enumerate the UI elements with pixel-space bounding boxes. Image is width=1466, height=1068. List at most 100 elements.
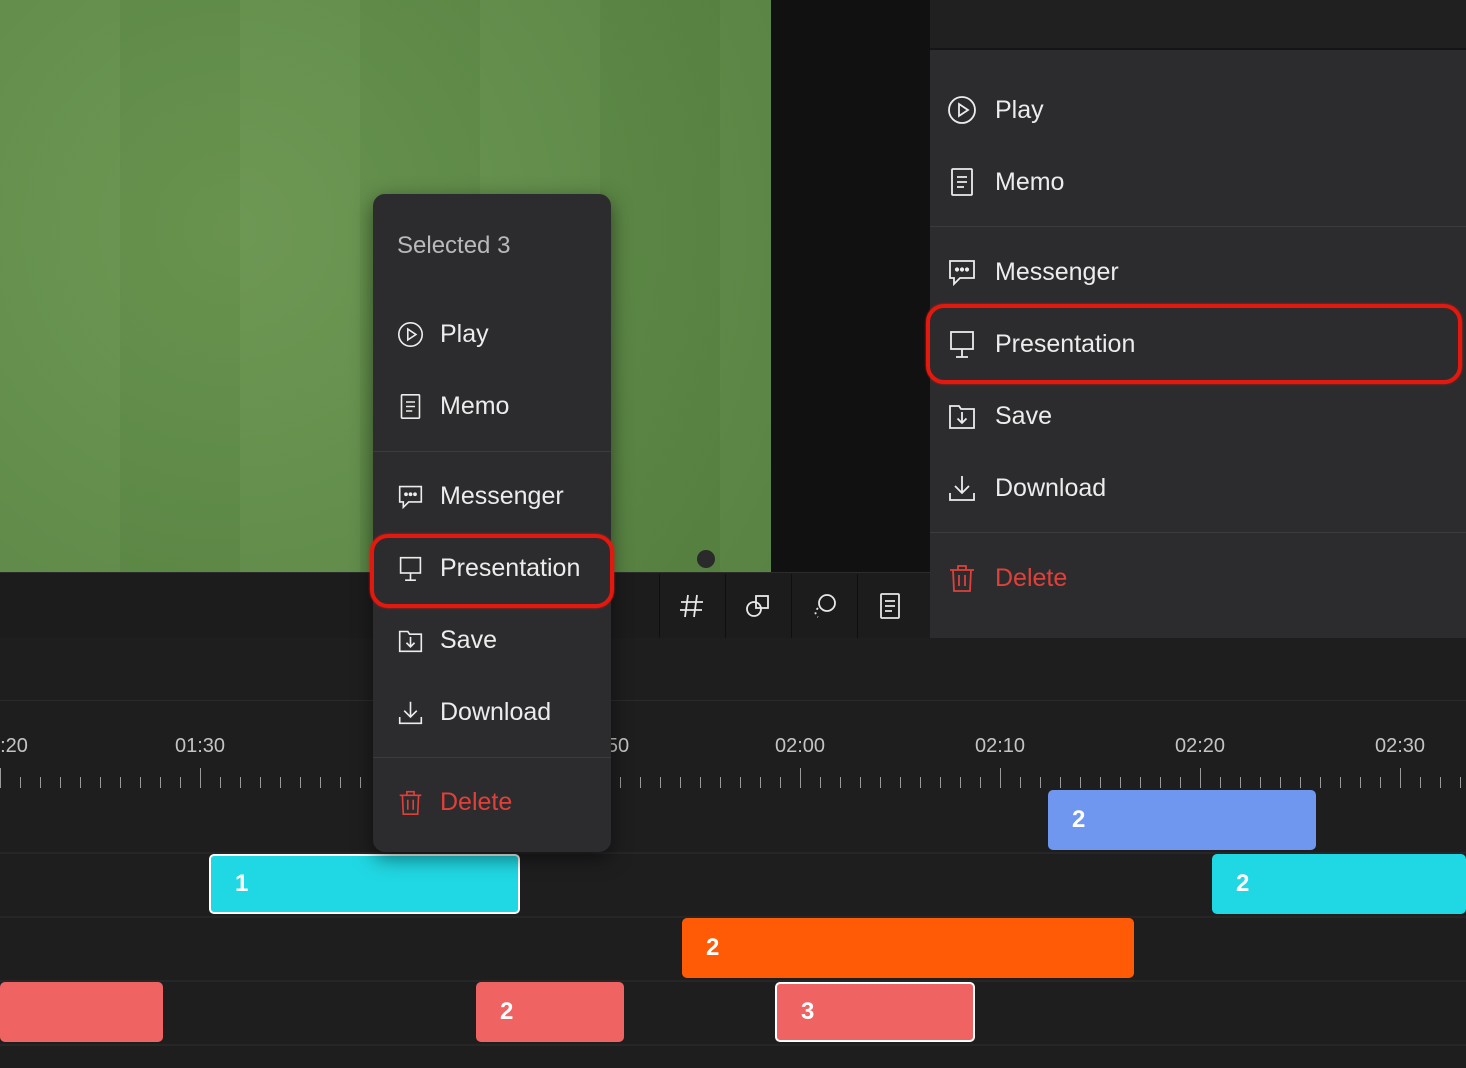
ruler-tick [640, 777, 641, 788]
panel-download-item[interactable]: Download [947, 470, 1106, 506]
ruler-tick [1080, 777, 1081, 788]
ruler-tick [1260, 777, 1261, 788]
memo-tool-button[interactable] [857, 574, 922, 638]
ruler-tick [0, 768, 1, 788]
ruler-tick [820, 777, 821, 788]
menu-memo-label: Memo [440, 391, 510, 420]
panel-download-label: Download [995, 473, 1107, 502]
menu-divider [373, 757, 611, 758]
trash-icon [950, 565, 974, 592]
ruler-tick [20, 777, 21, 788]
ruler-tick [1160, 777, 1161, 788]
panel-play-label: Play [995, 95, 1044, 124]
panel-save-item[interactable]: Save [947, 398, 1052, 434]
lasso-tool-button[interactable] [791, 574, 856, 638]
ruler-tick [720, 777, 721, 788]
ruler-tick [960, 777, 961, 788]
ruler-tick [120, 777, 121, 788]
shapes-tool-button[interactable] [725, 574, 790, 638]
panel-delete-item[interactable]: Delete [947, 560, 1067, 596]
timeline-clip[interactable]: 3 [775, 982, 975, 1042]
ruler-tick [280, 777, 281, 788]
timeline-clip[interactable] [0, 982, 163, 1042]
ruler-tick [1460, 777, 1461, 788]
ruler-tick [860, 777, 861, 788]
ruler-tick [80, 777, 81, 788]
ruler-tick [740, 777, 741, 788]
ruler-tick [680, 777, 681, 788]
play-circle-icon [948, 96, 976, 124]
chat-bubble-icon [398, 485, 423, 509]
play-circle-icon [397, 321, 424, 347]
hash-icon [680, 594, 703, 618]
memo-icon [951, 168, 973, 196]
panel-messenger-item[interactable]: Messenger [947, 254, 1119, 290]
menu-download-label: Download [440, 697, 552, 726]
ruler-tick [840, 777, 841, 788]
tick-label: 01:30 [174, 735, 226, 757]
menu-divider [373, 451, 611, 452]
ruler-tick [260, 777, 261, 788]
panel-memo-item[interactable]: Memo [947, 164, 1064, 200]
tick-label: 02:00 [774, 735, 826, 757]
ruler-tick [1180, 777, 1181, 788]
panel-play-item[interactable]: Play [947, 92, 1044, 128]
hash-tool-button[interactable] [659, 574, 724, 638]
ruler-tick [140, 777, 141, 788]
ruler-tick [1440, 777, 1441, 788]
menu-delete-item[interactable]: Delete [397, 785, 512, 819]
menu-download-item[interactable]: Download [397, 695, 551, 729]
ruler-tick [1240, 777, 1241, 788]
ruler-tick [160, 777, 161, 788]
ruler-tick [660, 777, 661, 788]
panel-divider [930, 532, 1466, 533]
ruler-tick [780, 777, 781, 788]
ruler-tick [1060, 777, 1061, 788]
timeline-clip[interactable]: 2 [1048, 790, 1316, 850]
selection-context-menu: Selected 3 [373, 194, 611, 852]
ruler-tick [1220, 777, 1221, 788]
ruler-tick [240, 777, 241, 788]
panel-highlight-ring [926, 304, 1462, 384]
ruler-tick [220, 777, 221, 788]
ruler-tick [880, 777, 881, 788]
shapes-icon [746, 595, 769, 617]
save-folder-icon [398, 630, 423, 652]
panel-header [930, 0, 1466, 50]
ruler-tick [40, 777, 41, 788]
tick-label: :20 [0, 735, 28, 757]
memo-icon [400, 393, 421, 419]
ruler-tick [1380, 777, 1381, 788]
ruler-tick [300, 777, 301, 788]
tick-label: 02:20 [1174, 735, 1226, 757]
lasso-icon [814, 594, 836, 618]
menu-play-label: Play [440, 319, 489, 348]
timeline-clip[interactable]: 2 [1212, 854, 1466, 914]
panel-messenger-label: Messenger [995, 257, 1119, 286]
ruler-tick [1200, 768, 1201, 788]
ruler-tick [1020, 777, 1021, 788]
timeline-clip[interactable]: 2 [476, 982, 624, 1042]
timeline-clip[interactable]: 2 [682, 918, 1134, 978]
player-marker [697, 550, 715, 568]
ruler-tick [1360, 777, 1361, 788]
save-folder-icon [949, 405, 975, 429]
ruler-tick [180, 777, 181, 788]
ruler-tick [1140, 777, 1141, 788]
ruler-tick [100, 777, 101, 788]
ruler-tick [760, 777, 761, 788]
menu-messenger-label: Messenger [440, 481, 564, 510]
menu-memo-item[interactable]: Memo [397, 389, 509, 423]
ruler-tick [60, 777, 61, 788]
ruler-tick [940, 777, 941, 788]
ruler-tick [1400, 768, 1401, 788]
ruler-tick [320, 777, 321, 788]
menu-messenger-item[interactable]: Messenger [397, 479, 564, 513]
ruler-tick [980, 777, 981, 788]
timeline-clip[interactable]: 1 [209, 854, 520, 914]
menu-save-item[interactable]: Save [397, 623, 497, 657]
ruler-tick [1340, 777, 1341, 788]
menu-highlight-ring [370, 534, 614, 608]
trash-icon [399, 790, 422, 815]
menu-play-item[interactable]: Play [397, 317, 489, 351]
